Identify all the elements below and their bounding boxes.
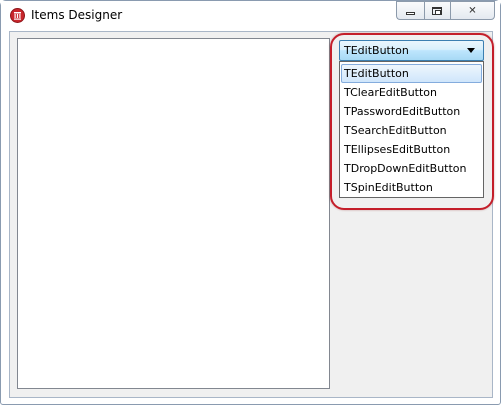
caption-buttons: ✕ xyxy=(396,1,495,21)
combobox-selected-value: TEditButton xyxy=(344,44,409,57)
button-type-dropdown-list: TEditButton TClearEditButton TPasswordEd… xyxy=(339,61,484,198)
button-type-combobox[interactable]: TEditButton xyxy=(339,40,484,61)
close-button[interactable]: ✕ xyxy=(450,1,495,20)
dropdown-item-tspineditbutton[interactable]: TSpinEditButton xyxy=(341,178,482,197)
maximize-button[interactable] xyxy=(424,1,450,20)
dropdown-item-tsearcheditbutton[interactable]: TSearchEditButton xyxy=(341,121,482,140)
minimize-icon xyxy=(406,12,415,15)
title-bar[interactable]: Items Designer ✕ xyxy=(1,1,500,31)
dropdown-item-tcleareditbutton[interactable]: TClearEditButton xyxy=(341,83,482,102)
window-title: Items Designer xyxy=(31,8,123,22)
close-icon: ✕ xyxy=(468,5,477,16)
app-logo-icon xyxy=(10,8,25,23)
chevron-down-icon[interactable] xyxy=(467,48,475,53)
dropdown-item-teditbutton[interactable]: TEditButton xyxy=(341,64,482,83)
dropdown-item-tpasswordeditbutton[interactable]: TPasswordEditButton xyxy=(341,102,482,121)
maximize-icon xyxy=(432,7,442,15)
items-list-panel[interactable] xyxy=(17,38,330,389)
minimize-button[interactable] xyxy=(396,1,424,20)
dropdown-item-tdropdowneditbutton[interactable]: TDropDownEditButton xyxy=(341,159,482,178)
dropdown-item-tellipseseditbutton[interactable]: TEllipsesEditButton xyxy=(341,140,482,159)
